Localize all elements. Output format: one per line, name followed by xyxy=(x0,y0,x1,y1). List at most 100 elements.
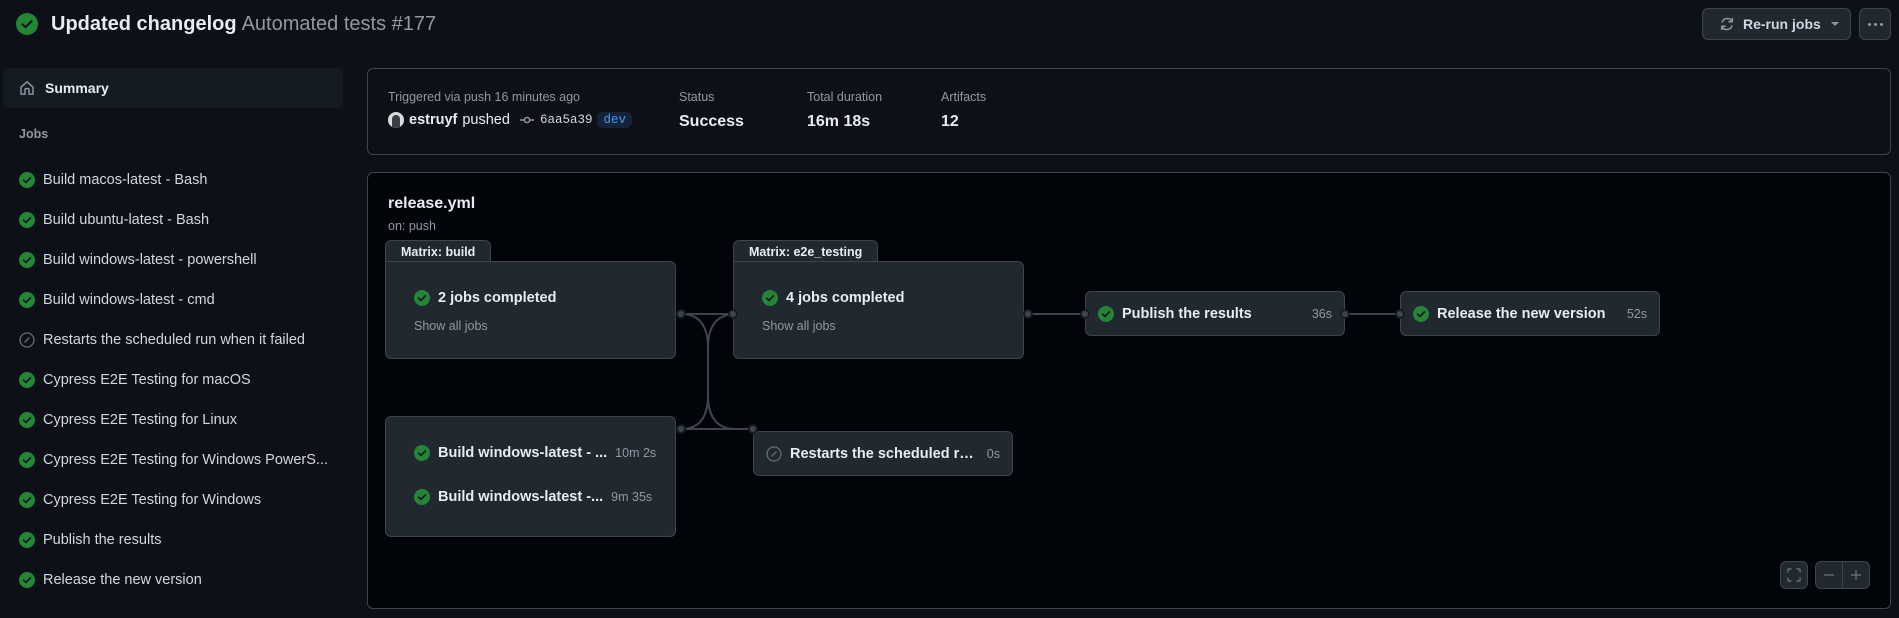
workflow-run-name: Automated tests #177 xyxy=(241,13,437,35)
branch-badge[interactable]: dev xyxy=(597,112,632,128)
graph-connectors xyxy=(680,313,1400,430)
avatar[interactable] xyxy=(388,112,404,128)
restart-job-label: Restarts the scheduled run... xyxy=(790,445,979,462)
jobs-heading: Jobs xyxy=(19,127,49,141)
run-header: Updated changelog Automated tests #177 Re… xyxy=(0,0,1899,50)
release-job-duration: 52s xyxy=(1626,306,1647,321)
artifacts-label: Artifacts xyxy=(941,90,987,104)
sidebar-item-summary[interactable]: Summary xyxy=(3,68,343,108)
status-value: Success xyxy=(679,113,744,130)
connector-spine-to-e2e xyxy=(707,313,737,349)
restart-job-duration: 0s xyxy=(986,446,1000,461)
port-publish-in xyxy=(1080,309,1090,319)
sidebar-job-item[interactable]: Cypress E2E Testing for macOS xyxy=(0,360,350,400)
check-circle-fill-icon xyxy=(414,290,430,306)
rerun-jobs-button[interactable]: Re-run jobs xyxy=(1702,8,1851,40)
matrix-e2e-summary-row: 4 jobs completed xyxy=(762,290,904,306)
publish-job-label: Publish the results xyxy=(1122,305,1252,322)
sidebar-job-label: Restarts the scheduled run when it faile… xyxy=(43,332,305,348)
check-circle-fill-icon xyxy=(19,212,35,228)
workflow-file-name[interactable]: release.yml xyxy=(388,195,475,213)
sidebar-job-item[interactable]: Build ubuntu-latest - Bash xyxy=(0,200,350,240)
dot xyxy=(1879,22,1883,26)
rerun-jobs-label: Re-run jobs xyxy=(1743,16,1821,32)
git-commit-icon xyxy=(519,116,534,124)
release-job-node[interactable]: Release the new version 52s xyxy=(1400,291,1660,336)
port-publish-out xyxy=(1340,309,1350,319)
commit-sha-link[interactable]: 6aa5a39 xyxy=(540,113,593,127)
trigger-row: estruyf pushed 6aa5a39 dev xyxy=(388,112,632,128)
job-list: Build macos-latest - Bash Build ubuntu-la… xyxy=(0,160,350,600)
sidebar-job-label: Build macos-latest - Bash xyxy=(43,172,208,188)
check-circle-fill-icon xyxy=(19,172,35,188)
artifacts-info: Artifacts 12 xyxy=(941,90,986,131)
workflow-graph-panel: release.yml on: push Matrix: build 2 job… xyxy=(367,172,1891,609)
home-icon xyxy=(20,81,34,95)
skip-icon xyxy=(19,332,35,348)
sidebar-job-label: Cypress E2E Testing for Windows xyxy=(43,492,262,508)
build-group-job-2-duration: 9m 35s xyxy=(611,490,653,504)
sidebar-job-label: Build windows-latest - powershell xyxy=(43,252,257,268)
check-circle-fill-icon xyxy=(1413,305,1429,322)
connector-spine-to-restart xyxy=(707,394,737,430)
sidebar-job-item[interactable]: Cypress E2E Testing for Windows xyxy=(0,480,350,520)
sidebar-job-item[interactable]: Cypress E2E Testing for Linux xyxy=(0,400,350,440)
sidebar-job-label: Cypress E2E Testing for Windows PowerS..… xyxy=(43,452,329,468)
restart-job-node[interactable]: Restarts the scheduled run... 0s xyxy=(753,431,1013,476)
run-title: Updated changelog Automated tests #177 xyxy=(51,11,436,37)
workflow-trigger: on: push xyxy=(388,219,436,233)
artifacts-value[interactable]: 12 xyxy=(941,113,986,131)
connector-spine-bottom xyxy=(680,383,709,430)
actor-link[interactable]: estruyf xyxy=(409,112,457,128)
run-summary-card: Triggered via push 16 minutes ago estruy… xyxy=(367,68,1891,155)
sidebar-job-label: Cypress E2E Testing for Linux xyxy=(43,412,237,428)
matrix-build-tab: Matrix: build xyxy=(385,240,492,262)
port-build-group-out xyxy=(676,424,686,434)
zoom-in-button[interactable] xyxy=(1843,562,1869,588)
build-group-job-1[interactable]: Build windows-latest - ... 10m 2s xyxy=(414,445,666,461)
duration-label: Total duration xyxy=(807,90,883,104)
action-text: pushed xyxy=(462,112,510,128)
port-release-in xyxy=(1395,309,1405,319)
matrix-e2e-node[interactable]: 4 jobs completed Show all jobs xyxy=(733,261,1024,359)
trigger-info: Triggered via push 16 minutes ago estruy… xyxy=(388,90,632,128)
publish-job-node[interactable]: Publish the results 36s xyxy=(1085,291,1345,336)
check-circle-fill-icon xyxy=(762,290,778,306)
port-matrix-build-out xyxy=(676,309,686,319)
trigger-label: Triggered via push 16 minutes ago xyxy=(388,90,581,104)
sidebar-job-item[interactable]: Cypress E2E Testing for Windows PowerS..… xyxy=(0,440,350,480)
sidebar-job-item[interactable]: Publish the results xyxy=(0,520,350,560)
sidebar-job-item[interactable]: Release the new version xyxy=(0,560,350,600)
check-circle-fill-icon xyxy=(414,445,430,461)
publish-job-duration: 36s xyxy=(1311,306,1332,321)
sidebar-job-item[interactable]: Build windows-latest - powershell xyxy=(0,240,350,280)
release-job-label: Release the new version xyxy=(1437,305,1606,322)
sidebar-job-item[interactable]: Restarts the scheduled run when it faile… xyxy=(0,320,350,360)
connector-build-to-spine xyxy=(680,313,709,403)
check-circle-fill-icon xyxy=(19,572,35,588)
sidebar-job-item[interactable]: Build macos-latest - Bash xyxy=(0,160,350,200)
zoom-controls xyxy=(1815,561,1870,589)
sidebar-job-label: Release the new version xyxy=(43,572,202,588)
build-group-node: Build windows-latest - ... 10m 2s Build … xyxy=(385,416,676,537)
check-circle-fill-icon xyxy=(19,532,35,548)
sidebar-job-label: Build windows-latest - cmd xyxy=(43,292,215,308)
duration-info: Total duration 16m 18s xyxy=(807,90,882,131)
sidebar-job-item[interactable]: Build windows-latest - cmd xyxy=(0,280,350,320)
screen-full-icon xyxy=(1787,568,1801,582)
matrix-e2e-summary: 4 jobs completed xyxy=(786,290,905,306)
build-group-job-2[interactable]: Build windows-latest -... 9m 35s xyxy=(414,489,666,505)
check-circle-fill-icon xyxy=(19,492,35,508)
check-circle-fill-icon xyxy=(19,292,35,308)
matrix-e2e-show-all-link[interactable]: Show all jobs xyxy=(762,319,836,333)
matrix-build-node[interactable]: 2 jobs completed Show all jobs xyxy=(385,261,676,359)
matrix-build-show-all-link[interactable]: Show all jobs xyxy=(414,319,488,333)
commit-title: Updated changelog xyxy=(51,13,237,35)
sidebar-job-label: Publish the results xyxy=(43,532,162,548)
zoom-out-button[interactable] xyxy=(1816,562,1843,588)
zoom-in-icon xyxy=(1850,570,1861,580)
matrix-build-summary: 2 jobs completed xyxy=(438,290,557,306)
fullscreen-button[interactable] xyxy=(1780,561,1808,589)
build-group-job-1-label: Build windows-latest - ... xyxy=(438,445,608,461)
more-options-button[interactable] xyxy=(1859,8,1891,40)
